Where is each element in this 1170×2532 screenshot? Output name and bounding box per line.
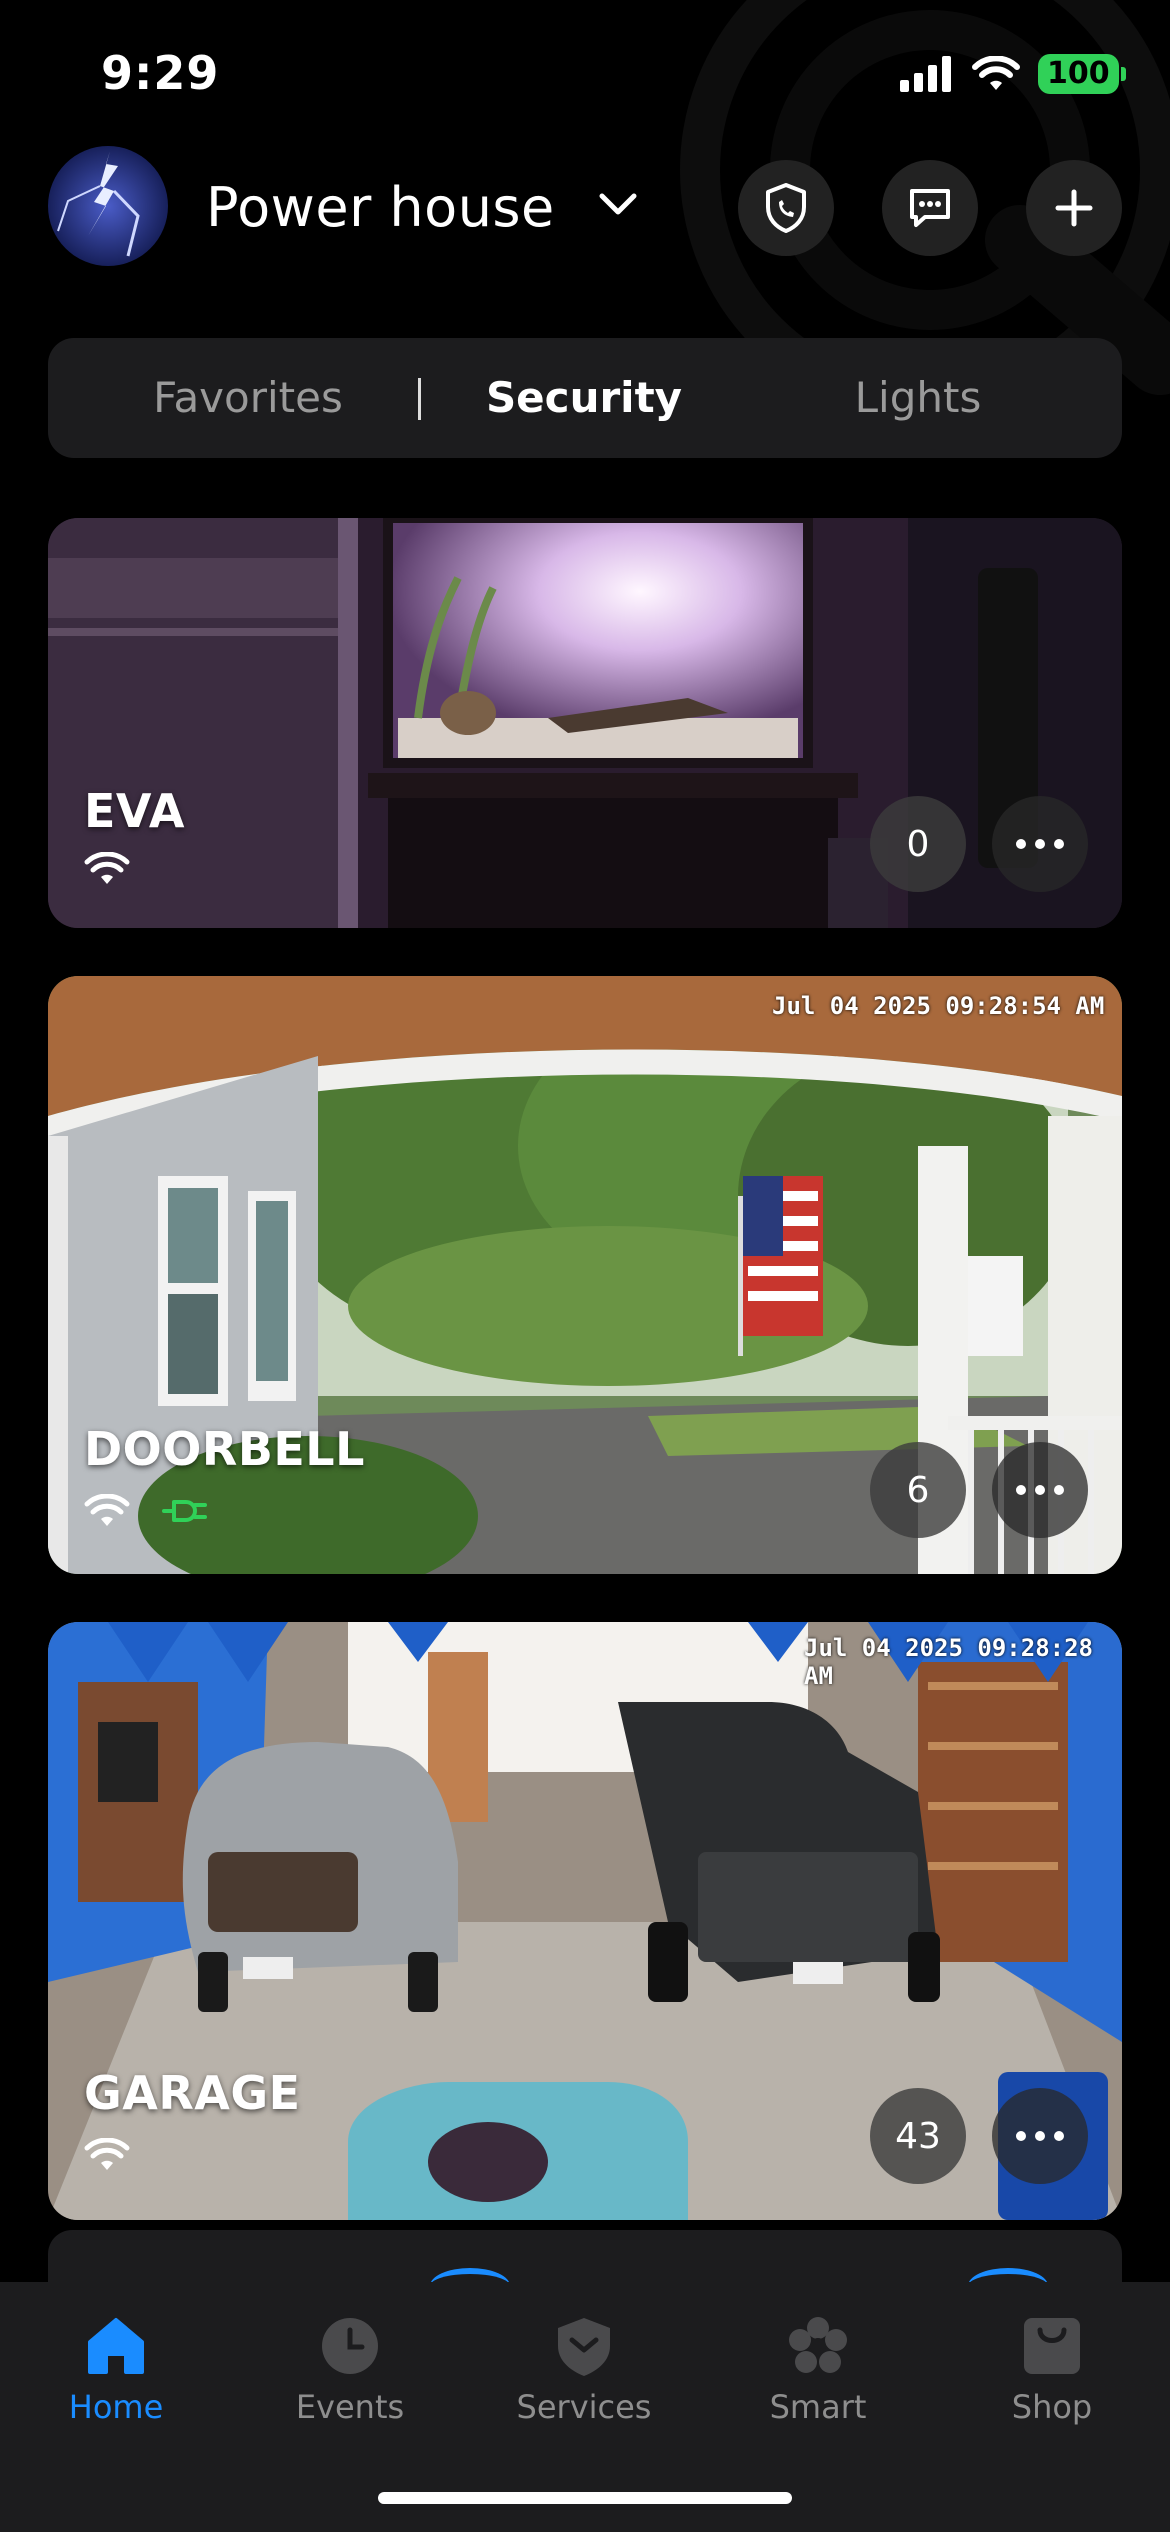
home-indicator[interactable]	[378, 2492, 792, 2504]
tab-favorites[interactable]: Favorites	[98, 338, 398, 458]
event-count-button[interactable]: 0	[870, 796, 966, 892]
wifi-icon	[972, 56, 1020, 90]
wifi-icon	[84, 852, 130, 884]
event-count-button[interactable]: 6	[870, 1442, 966, 1538]
shield-phone-icon	[766, 183, 806, 233]
shield-icon	[558, 2318, 610, 2376]
nav-label: Events	[295, 2388, 405, 2426]
power-plug-icon	[162, 1500, 207, 1522]
camera-name: GARAGE	[84, 2066, 301, 2120]
tab-security[interactable]: Security	[434, 338, 734, 458]
nav-label: Home	[68, 2388, 164, 2426]
tab-divider	[418, 378, 421, 420]
more-dots-icon	[1016, 1485, 1064, 1495]
battery-indicator: 100	[1038, 54, 1119, 94]
more-dots-icon	[1016, 839, 1064, 849]
camera-name: DOORBELL	[84, 1422, 365, 1476]
camera-status-icons	[84, 2138, 130, 2172]
emergency-call-button[interactable]	[738, 160, 834, 256]
chevron-down-icon[interactable]	[596, 190, 640, 220]
camera-card-doorbell[interactable]: Jul 04 2025 09:28:54 AM DOORBELL 6	[48, 976, 1122, 1574]
camera-name: EVA	[84, 784, 186, 838]
message-icon	[910, 189, 950, 227]
camera-status-icons	[84, 852, 130, 886]
camera-card-eva[interactable]: EVA 0	[48, 518, 1122, 928]
tab-lights[interactable]: Lights	[768, 338, 1068, 458]
status-time: 9:29	[101, 46, 220, 100]
lightning-avatar-image	[48, 146, 168, 266]
category-tabs: Favorites Security Lights	[48, 338, 1122, 458]
home-avatar[interactable]	[48, 146, 168, 266]
cellular-signal-icon	[900, 56, 951, 92]
wifi-icon	[84, 1494, 130, 1526]
status-icons: 100	[900, 52, 1126, 96]
more-options-button[interactable]	[992, 796, 1088, 892]
add-device-button[interactable]	[1026, 160, 1122, 256]
clock-icon	[322, 2318, 378, 2374]
shop-bag-icon	[1024, 2318, 1080, 2374]
camera-card-garage[interactable]: Jul 04 2025 09:28:28 AM GARAGE 43	[48, 1622, 1122, 2220]
battery-tip	[1120, 67, 1126, 81]
home-title[interactable]: Power house	[206, 176, 555, 239]
smart-flower-icon	[789, 2317, 847, 2373]
camera-preview-eva	[48, 518, 1122, 928]
nav-label: Shop	[1011, 2388, 1093, 2426]
more-dots-icon	[1016, 2131, 1064, 2141]
camera-status-icons	[84, 1494, 208, 1528]
home-icon	[88, 2318, 144, 2374]
wifi-icon	[84, 2138, 130, 2170]
nav-label: Smart	[769, 2388, 867, 2426]
next-card-peek	[48, 2230, 1122, 2290]
plus-icon	[1055, 189, 1093, 227]
messages-button[interactable]	[882, 160, 978, 256]
event-count-button[interactable]: 43	[870, 2088, 966, 2184]
more-options-button[interactable]	[992, 2088, 1088, 2184]
camera-timestamp: Jul 04 2025 09:28:54 AM	[772, 992, 1105, 1020]
camera-timestamp: Jul 04 2025 09:28:28 AM	[804, 1634, 1093, 1690]
more-options-button[interactable]	[992, 1442, 1088, 1538]
nav-label: Services	[516, 2388, 652, 2426]
